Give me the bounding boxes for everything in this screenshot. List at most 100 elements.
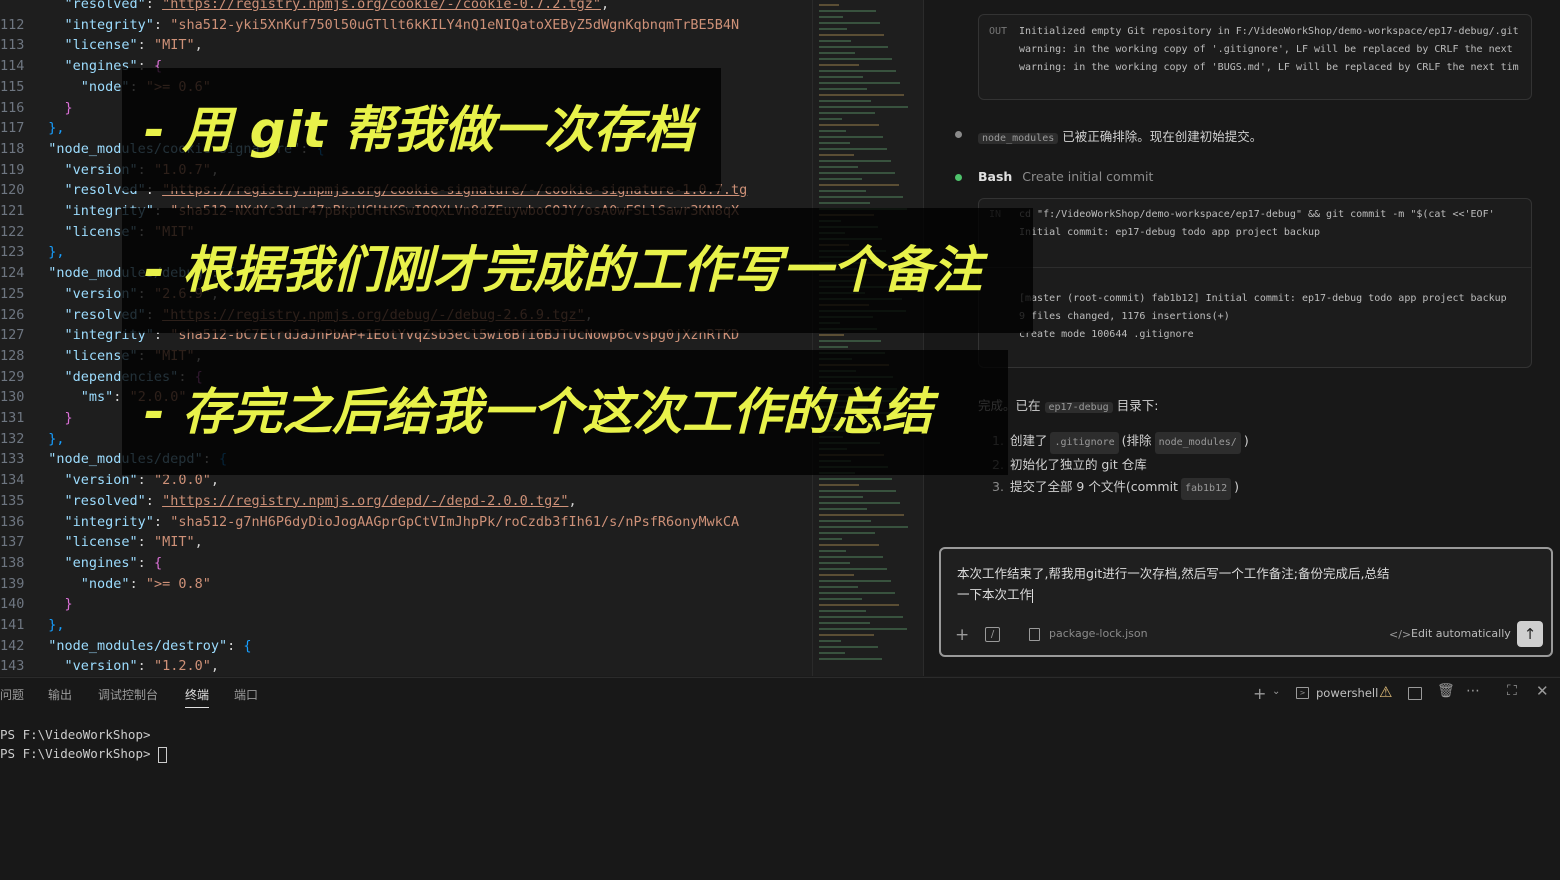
code-token: :: [145, 492, 163, 509]
tab-terminal[interactable]: 终端: [185, 686, 210, 708]
minimap-line: [819, 586, 858, 588]
minimap-line: [819, 628, 907, 630]
minimap-line: [819, 88, 867, 90]
tool-call-header[interactable]: Bash Create initial commit: [978, 169, 1153, 184]
minimap-line: [819, 544, 879, 546]
code-token: ,: [194, 37, 203, 54]
result-line: create mode 100644 .gitignore: [1019, 329, 1194, 340]
success-dot: [955, 174, 962, 181]
line-number: 123: [0, 244, 25, 261]
minimap-line: [819, 94, 904, 96]
code-text: "resolved": "https://registry.npmjs.org/…: [32, 493, 577, 509]
code-token: :: [137, 37, 154, 54]
code-line[interactable]: 112 "integrity": "sha512-yki5XnKuf750l50…: [0, 15, 812, 36]
slash-command-icon[interactable]: /: [985, 627, 1000, 642]
code-line[interactable]: "resolved": "https://registry.npmjs.org/…: [0, 0, 812, 15]
terminal-line[interactable]: PS F:\VideoWorkShop>: [0, 746, 168, 763]
line-number: 119: [0, 161, 25, 178]
minimap-line: [819, 550, 846, 552]
status-dot: [955, 131, 962, 138]
code-token: :: [137, 534, 154, 551]
tool-description: Create initial commit: [1022, 169, 1154, 184]
more-icon[interactable]: ⋯: [1466, 683, 1480, 699]
code-line[interactable]: 140 }: [0, 594, 812, 615]
minimap-line: [819, 82, 900, 84]
trash-icon[interactable]: 🗑: [1437, 683, 1455, 699]
minimap-line: [819, 28, 847, 30]
code-token: },: [48, 244, 65, 261]
code-line[interactable]: 135 "resolved": "https://registry.npmjs.…: [0, 491, 812, 512]
caption-line-2: - 根据我们刚才完成的工作写一个备注: [144, 241, 983, 299]
maximize-icon[interactable]: ⛶: [1507, 683, 1517, 699]
new-terminal-icon[interactable]: +: [1253, 684, 1266, 703]
code-line[interactable]: 139 "node": ">= 0.8": [0, 574, 812, 595]
code-line[interactable]: 137 "license": "MIT",: [0, 532, 812, 553]
code-line[interactable]: 138 "engines": {: [0, 553, 812, 574]
code-token: "license": [64, 37, 138, 54]
terminal-icon: >: [1296, 687, 1309, 699]
minimap-line: [819, 106, 908, 108]
chevron-down-icon[interactable]: ⌄: [1272, 686, 1280, 697]
minimap-line: [819, 598, 862, 600]
minimap-line: [819, 112, 875, 114]
code-line[interactable]: 136 "integrity": "sha512-g7nH6P6dyDioJog…: [0, 512, 812, 533]
split-terminal-icon[interactable]: [1408, 687, 1422, 700]
tab-problems[interactable]: 问题: [0, 686, 24, 703]
summary-list: 1.创建了.gitignore(排除node_modules/)2.初始化了独立…: [992, 430, 1249, 500]
chat-input-box[interactable]: 本次工作结束了,帮我用git进行一次存档,然后写一个工作备注;备份完成后,总结 …: [939, 547, 1553, 657]
send-button[interactable]: ↑: [1517, 621, 1543, 647]
list-text: 3.: [992, 479, 1004, 494]
code-token: },: [48, 120, 65, 137]
minimap-line: [819, 172, 895, 174]
code-line[interactable]: 141 },: [0, 615, 812, 636]
code-token: "node_modules/destroy": [48, 637, 228, 654]
line-number: 140: [0, 596, 25, 613]
code-text: },: [32, 617, 64, 633]
code-token: "license": [64, 534, 138, 551]
code-token: :: [145, 0, 163, 12]
code-line[interactable]: 143 "version": "1.2.0",: [0, 656, 812, 676]
text-cursor: [1032, 588, 1034, 603]
tab-debug-console[interactable]: 调试控制台: [98, 686, 158, 703]
code-line[interactable]: 142 "node_modules/destroy": {: [0, 636, 812, 657]
context-file[interactable]: package-lock.json: [1049, 627, 1148, 640]
code-text: },: [32, 120, 65, 137]
minimap-line: [819, 166, 858, 168]
chat-input-text[interactable]: 本次工作结束了,帮我用git进行一次存档,然后写一个工作备注;备份完成后,总结 …: [957, 563, 1389, 605]
minimap-line: [819, 10, 876, 12]
minimap[interactable]: [812, 0, 923, 676]
add-icon[interactable]: +: [955, 625, 969, 645]
code-token: ">= 0.8": [145, 575, 211, 592]
shell-name[interactable]: powershell: [1316, 686, 1378, 700]
line-number: 139: [0, 575, 25, 592]
code-line[interactable]: 113 "license": "MIT",: [0, 35, 812, 56]
edit-mode-toggle[interactable]: Edit automatically: [1411, 627, 1511, 640]
result-lines: [master (root-commit) fab1b12] Initial c…: [1019, 290, 1524, 344]
code-token: "node": [80, 575, 130, 592]
line-number: 132: [0, 430, 25, 447]
minimap-line: [819, 340, 881, 342]
close-icon[interactable]: ✕: [1536, 682, 1549, 700]
line-number: 113: [0, 37, 25, 54]
minimap-line: [819, 100, 871, 102]
message-text: 已被正确排除。现在创建初始提交。: [1062, 129, 1263, 144]
tab-output[interactable]: 输出: [48, 686, 72, 703]
tab-ports[interactable]: 端口: [234, 686, 258, 703]
line-number: 116: [0, 99, 25, 116]
code-token: "sha512-g7nH6P6dyDioJogAAGprGpCtVImJhpPk…: [170, 513, 740, 530]
